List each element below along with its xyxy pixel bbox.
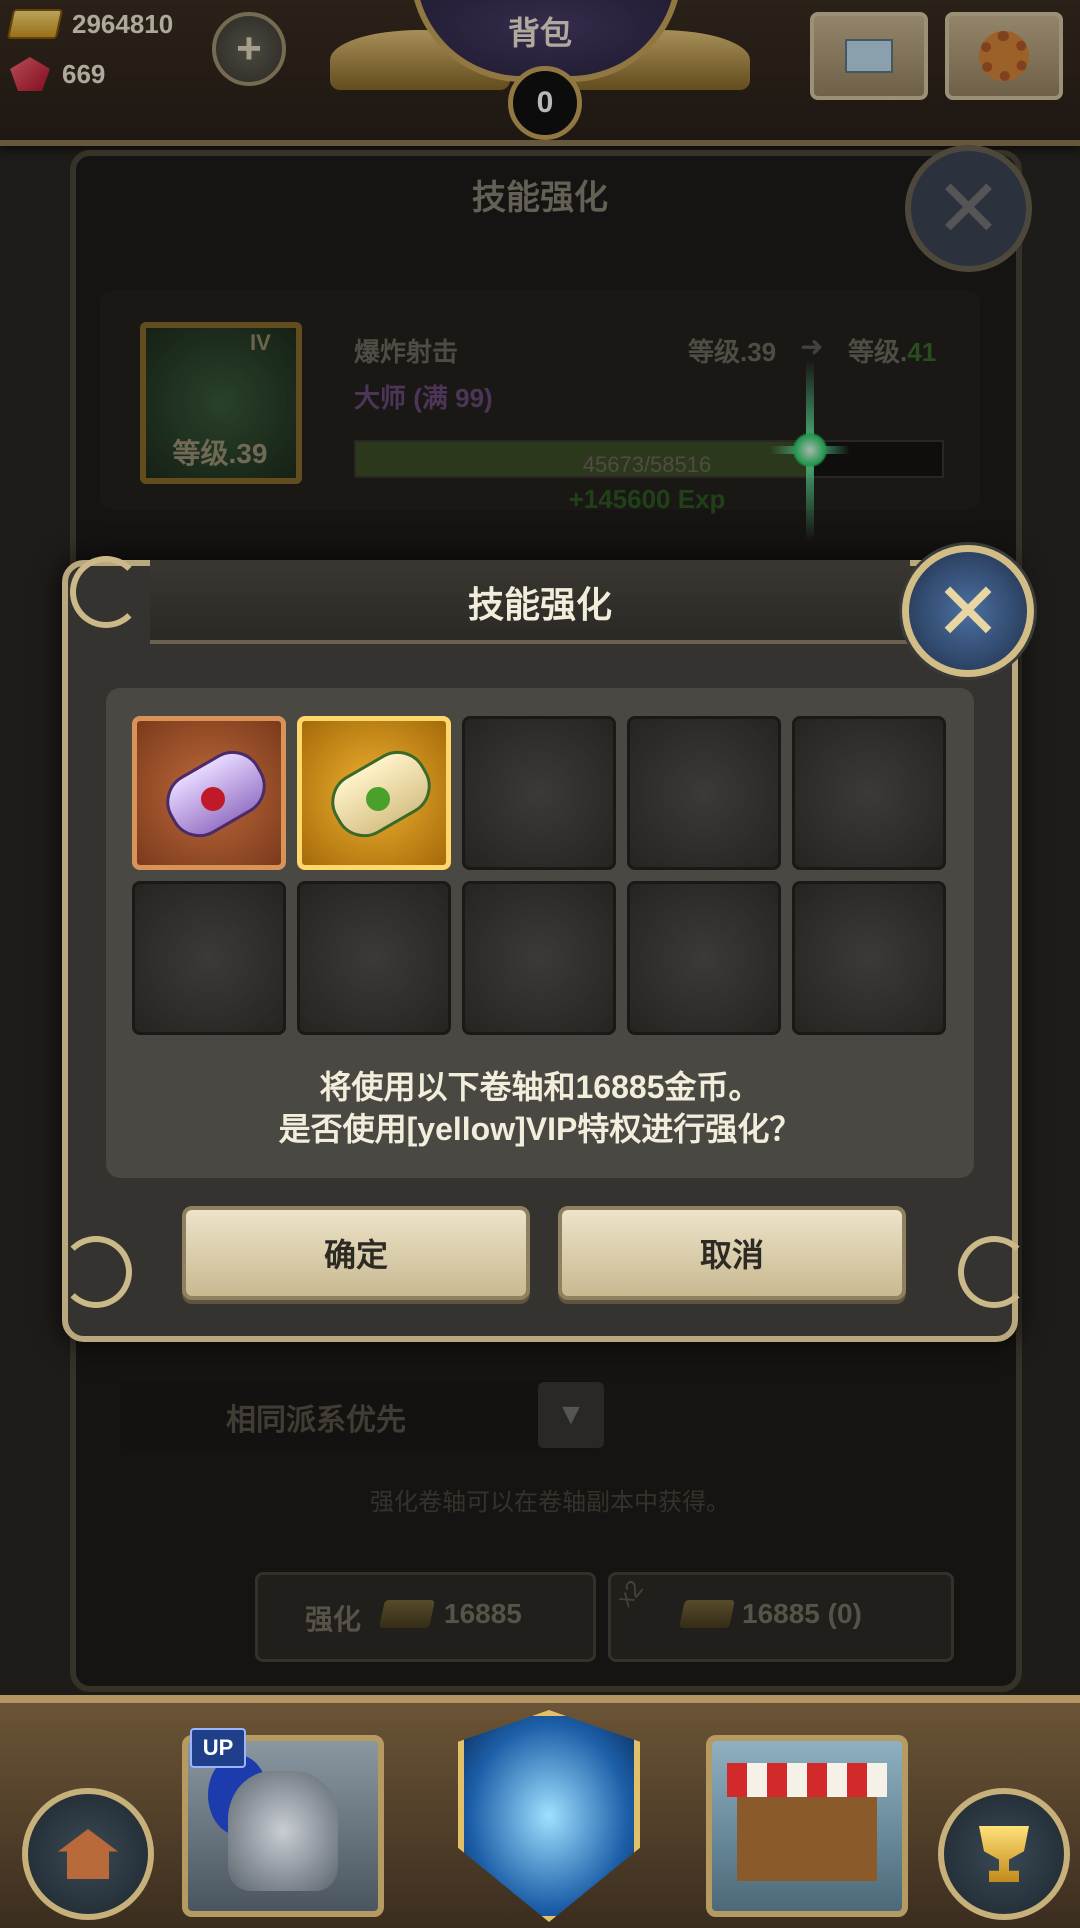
dialog-close-button[interactable]: ✕ [902,545,1034,677]
nav-portal-button[interactable] [448,1680,640,1922]
dialog-message-line1: 将使用以下卷轴和16885金币。 [319,1069,761,1105]
trophy-icon [979,1826,1029,1882]
scroll-slot-empty[interactable] [792,716,946,870]
scroll-slot-green[interactable] [297,716,451,870]
scroll-slot-empty[interactable] [627,881,781,1035]
scroll-slot-empty[interactable] [792,881,946,1035]
scroll-ornament [958,1236,1030,1308]
scroll-ornament [60,1236,132,1308]
dialog-title: 技能强化 [467,584,612,625]
knight-helmet-icon [228,1771,338,1891]
scroll-ornament [70,556,142,628]
dialog-message-line2: 是否使用[yellow]VIP特权进行强化？ [278,1111,802,1147]
nav-shop-button[interactable] [706,1735,908,1917]
shop-icon [727,1763,887,1797]
scroll-slot-empty[interactable] [132,881,286,1035]
close-icon: ✕ [934,566,1002,656]
scroll-slot-empty[interactable] [297,881,451,1035]
portal-icon [458,1710,640,1922]
up-badge: UP [190,1728,246,1768]
house-icon [58,1829,118,1879]
scroll-slot-empty[interactable] [462,881,616,1035]
scroll-slot-purple[interactable] [132,716,286,870]
nav-home-button[interactable] [22,1788,154,1920]
nav-ranking-button[interactable] [938,1788,1070,1920]
cancel-button[interactable]: 取消 [558,1206,906,1300]
confirm-button[interactable]: 确定 [182,1206,530,1300]
scroll-slot-empty[interactable] [627,716,781,870]
scroll-slot-empty[interactable] [462,716,616,870]
